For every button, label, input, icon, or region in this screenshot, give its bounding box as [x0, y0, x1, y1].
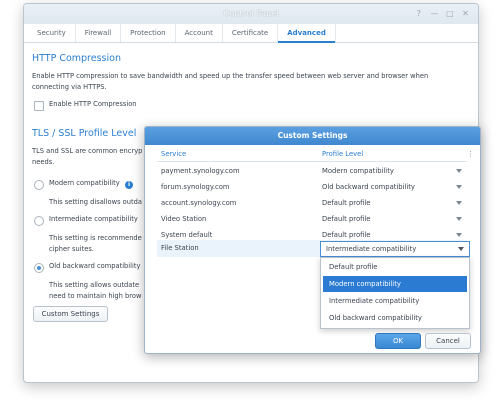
tab-bar: Security Firewall Protection Account Cer…	[24, 24, 478, 43]
dropdown-option-old-backward-compatibility[interactable]: Old backward compatibility	[323, 310, 467, 326]
chevron-down-icon[interactable]	[456, 169, 462, 173]
profile-level: Modern compatibility	[322, 167, 394, 175]
minimize-icon[interactable]: —	[428, 4, 441, 24]
tab-protection[interactable]: Protection	[121, 24, 176, 42]
modern-compatibility-radio[interactable]	[34, 180, 44, 190]
profile-level: Default profile	[322, 215, 371, 223]
window-controls: ? — □ ✕	[412, 4, 472, 24]
dialog-title: Custom Settings	[145, 127, 480, 145]
service-name: payment.synology.com	[161, 167, 240, 175]
help-icon[interactable]: ?	[412, 4, 425, 24]
intermediate-compatibility-desc-line2: cipher suites.	[49, 245, 94, 253]
profile-level-dropdown: Default profile Modern compatibility Int…	[320, 257, 470, 329]
tls-profile-title: TLS / SSL Profile Level	[32, 128, 137, 139]
dropdown-option-default-profile[interactable]: Default profile	[323, 259, 467, 275]
table-row[interactable]: payment.synology.com Modern compatibilit…	[157, 163, 467, 179]
table-row[interactable]: account.synology.com Default profile	[157, 195, 467, 211]
window-title: Control Panel	[223, 9, 279, 18]
chevron-down-icon[interactable]	[456, 233, 462, 237]
modern-compatibility-label: Modern compatibility	[49, 179, 120, 187]
intermediate-compatibility-desc-line1: This setting is recommende	[49, 234, 142, 242]
column-menu-icon[interactable]: ⋮	[467, 147, 474, 161]
http-description-line1: Enable HTTP compression to save bandwidt…	[32, 72, 429, 80]
service-name: File Station	[161, 244, 199, 252]
profile-level: Old backward compatibility	[322, 183, 415, 191]
enable-http-compression-checkbox[interactable]	[34, 101, 44, 111]
chevron-down-icon[interactable]	[456, 201, 462, 205]
tab-certificate[interactable]: Certificate	[223, 24, 279, 42]
dropdown-option-intermediate-compatibility[interactable]: Intermediate compatibility	[323, 293, 467, 309]
intermediate-compatibility-label: Intermediate compatibility	[49, 215, 138, 223]
tab-firewall[interactable]: Firewall	[76, 24, 122, 42]
service-name: account.synology.com	[161, 199, 237, 207]
table-row[interactable]: forum.synology.com Old backward compatib…	[157, 179, 467, 195]
column-header-service[interactable]: Service	[161, 147, 186, 161]
tab-account[interactable]: Account	[176, 24, 223, 42]
service-name: Video Station	[161, 215, 207, 223]
modern-compatibility-desc: This setting disallows outda	[49, 198, 142, 206]
service-name: forum.synology.com	[161, 183, 230, 191]
dropdown-option-modern-compatibility[interactable]: Modern compatibility	[323, 276, 467, 292]
profile-level-select[interactable]: Intermediate compatibility	[320, 241, 470, 257]
old-backward-compatibility-radio[interactable]	[34, 263, 44, 273]
header-divider	[157, 161, 467, 162]
enable-http-compression-label: Enable HTTP Compression	[49, 100, 137, 108]
maximize-icon[interactable]: □	[443, 4, 456, 24]
table-row[interactable]: Video Station Default profile	[157, 211, 467, 227]
profile-level: Default profile	[322, 199, 371, 207]
close-icon[interactable]: ✕	[459, 4, 472, 24]
old-backward-compatibility-desc-line2: need to maintain high brow	[49, 292, 142, 300]
tls-intro-line2: needs.	[32, 158, 55, 166]
old-backward-compatibility-desc-line1: This setting allows outdate	[49, 281, 140, 289]
tls-intro-line1: TLS and SSL are common encryp	[32, 147, 143, 155]
tab-advanced[interactable]: Advanced	[278, 24, 336, 43]
chevron-down-icon[interactable]	[458, 247, 464, 251]
profile-level-select-value: Intermediate compatibility	[326, 245, 417, 253]
intermediate-compatibility-radio[interactable]	[34, 216, 44, 226]
http-description-line2: connecting via HTTPS.	[32, 83, 107, 91]
old-backward-compatibility-label: Old backward compatibility	[49, 262, 141, 270]
column-header-profile-level[interactable]: Profile Level	[322, 147, 363, 161]
info-icon[interactable]: i	[125, 181, 133, 189]
custom-settings-dialog: Custom Settings Service Profile Level ⋮ …	[144, 126, 481, 354]
custom-settings-button[interactable]: Custom Settings	[33, 306, 108, 322]
cancel-button[interactable]: Cancel	[425, 333, 471, 349]
http-compression-title: HTTP Compression	[32, 53, 121, 64]
chevron-down-icon[interactable]	[456, 217, 462, 221]
ok-button[interactable]: OK	[375, 333, 421, 349]
chevron-down-icon[interactable]	[456, 185, 462, 189]
tab-security[interactable]: Security	[28, 24, 76, 42]
title-bar: Control Panel ? — □ ✕	[24, 4, 478, 24]
